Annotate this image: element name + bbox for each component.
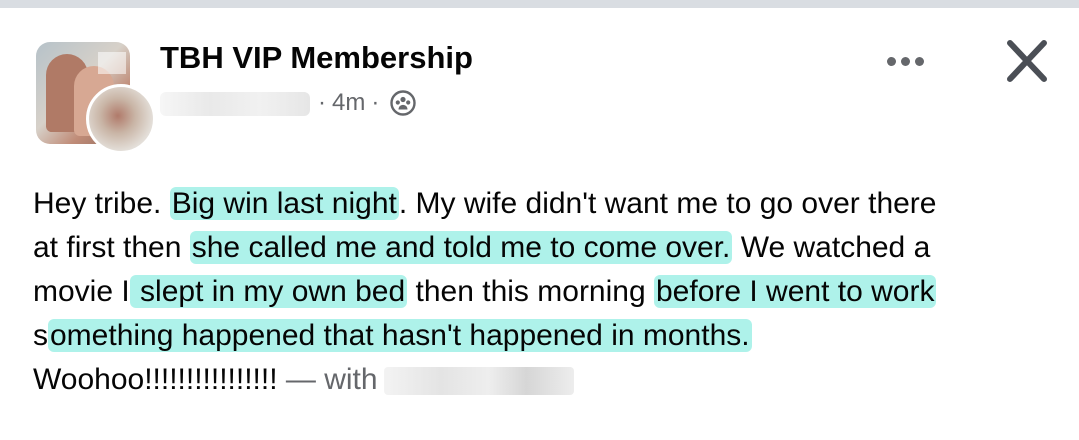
post-body: Hey tribe. Big win last night. My wife d… <box>33 182 1063 402</box>
text-run: We watched a <box>732 231 931 264</box>
author-name-redacted[interactable] <box>160 92 310 116</box>
group-name-link[interactable]: TBH VIP Membership <box>160 40 473 76</box>
post-line: Woohoo!!!!!!!!!!!!!!!! — with <box>33 358 1063 402</box>
more-dot <box>886 56 896 66</box>
highlighted-text: before I went to work <box>653 275 937 308</box>
meta-separator: · <box>371 89 380 116</box>
text-run: movie I <box>33 275 130 308</box>
post-line: movie I slept in my own bed then this mo… <box>33 270 1063 314</box>
highlighted-text: omething happened that hasn't happened i… <box>48 319 752 352</box>
text-run: Hey tribe. <box>33 187 170 220</box>
post-line: at first then she called me and told me … <box>33 226 1063 270</box>
meta-separator: · <box>318 89 326 116</box>
highlighted-text: she called me and told me to come over. <box>189 231 733 264</box>
text-run: s <box>33 319 48 352</box>
highlighted-text: Big win last night <box>169 187 399 220</box>
text-run: then this morning <box>407 275 654 308</box>
post-line: something happened that hasn't happened … <box>33 314 1063 358</box>
with-tag-label: — with <box>285 363 378 396</box>
author-avatar[interactable] <box>86 84 156 154</box>
text-run: at first then <box>33 231 190 264</box>
highlighted-text: slept in my own bed <box>129 275 408 308</box>
more-dot <box>914 56 924 66</box>
close-icon[interactable] <box>1002 38 1052 84</box>
top-divider <box>0 0 1079 8</box>
post-line: Hey tribe. Big win last night. My wife d… <box>33 182 1063 226</box>
text-run: . My wife didn't want me to go over ther… <box>398 187 937 220</box>
tagged-user-redacted[interactable] <box>383 367 574 396</box>
more-dot <box>900 56 910 66</box>
post-time-link[interactable]: 4m <box>332 88 365 118</box>
post-meta: · 4m · <box>312 88 417 118</box>
text-run: Woohoo!!!!!!!!!!!!!!!! <box>33 363 286 396</box>
more-options-button[interactable] <box>880 46 930 76</box>
group-members-icon <box>390 90 417 116</box>
